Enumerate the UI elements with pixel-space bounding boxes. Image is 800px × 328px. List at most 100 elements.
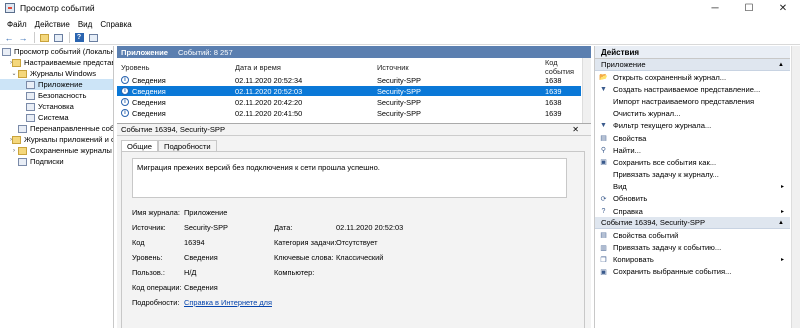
folder-icon [18,146,27,155]
event-row[interactable]: i Сведения 02.11.2020 20:52:34 Security-SPP… [117,75,581,85]
subscription-icon [18,157,27,166]
tree-node[interactable]: Система [0,112,113,123]
event-level-text: Сведения [132,75,166,85]
action-label: Свойства [613,133,647,143]
actions-section-title: Приложение [601,60,646,69]
tree-node[interactable]: Подписки [0,156,113,167]
event-code: 1638 [545,97,562,107]
close-icon[interactable]: ✕ [766,0,800,17]
event-list-header: Уровень Дата и время Источник Код событи… [117,58,581,76]
tree-node-label: Журналы приложений и служ [24,135,113,144]
tree-node-label: Настраиваемые представле [24,58,114,67]
event-datetime: 02.11.2020 20:42:20 [235,97,303,107]
online-help-link[interactable]: Справка в Интернете для [184,298,272,307]
column-datetime[interactable]: Дата и время [235,63,281,72]
action-item[interactable]: ▣ Сохранить выбранные события... [595,266,790,278]
window-title: Просмотр событий [20,3,95,13]
action-item[interactable]: ▣ Сохранить все события как... [595,156,790,168]
tree-node-label: Перенаправленные собо [30,124,114,133]
action-item[interactable]: ▤ Свойства событий [595,229,790,241]
action-item[interactable]: ▼ Создать настраиваемое представление... [595,83,790,95]
action-item[interactable]: Привязать задачу к журналу... [595,169,790,181]
action-item[interactable]: Импорт настраиваемого представления [595,95,790,107]
action-item[interactable]: Очистить журнал... [595,108,790,120]
tab-details[interactable]: Подробности [157,140,217,151]
show-action-pane-icon[interactable] [87,32,99,43]
menu-action[interactable]: Действие [35,20,70,29]
tree-node-label: Безопасность [38,91,87,100]
title-bar: Просмотр событий ─ ☐ ✕ [0,0,800,17]
action-item[interactable]: Вид ▸ [595,181,790,193]
tree-node[interactable]: Просмотр событий (Локальны [0,46,113,57]
help-icon[interactable]: ? [73,32,85,43]
event-source: Security-SPP [377,75,421,85]
event-list-scrollbar[interactable] [582,58,591,123]
tree-node[interactable]: Перенаправленные собо [0,123,113,134]
up-folder-icon[interactable] [38,32,50,43]
menu-help[interactable]: Справка [100,20,131,29]
event-row[interactable]: i Сведения 02.11.2020 20:52:03 Security-SPP… [117,86,581,96]
task-icon: ▥ [600,244,607,252]
event-datetime: 02.11.2020 20:41:50 [235,108,303,118]
tree-node-label: Установка [38,102,74,111]
action-item[interactable]: 📂 Открыть сохраненный журнал... [595,71,790,83]
collapse-icon[interactable]: ▲ [778,220,784,226]
event-row[interactable]: i Сведения 02.11.2020 20:41:50 Security-SPP… [117,108,581,118]
level-value: Сведения [184,253,218,262]
action-item[interactable]: ▼ Фильтр текущего журнала... [595,120,790,132]
close-detail-icon[interactable]: ✕ [572,125,579,134]
menu-file[interactable]: Файл [7,20,27,29]
opcode-label: Код операции: [132,283,182,292]
action-item[interactable]: ⟳ Обновить [595,193,790,205]
action-item[interactable]: ▤ Свойства [595,132,790,144]
column-event-code[interactable]: Код события [545,58,581,76]
action-label: Импорт настраиваемого представления [613,96,755,106]
action-item[interactable]: ? Справка ▸ [595,205,790,217]
tree-node[interactable]: ›Журналы приложений и служ [0,134,113,145]
tree-node[interactable]: › Сохраненные журналы [0,145,113,156]
actions-scrollbar[interactable] [791,46,800,328]
tree-node[interactable]: ⌄ Журналы Windows [0,68,113,79]
action-label: Привязать задачу к событию... [613,243,722,253]
action-item[interactable]: ⚲ Найти... [595,144,790,156]
submenu-arrow-icon: ▸ [780,184,784,191]
event-code: 1638 [545,75,562,85]
tree-node-label: Сохраненные журналы [30,146,112,155]
log-icon [18,124,27,133]
tree-node[interactable]: Приложение [0,79,113,90]
show-hide-tree-icon[interactable] [52,32,64,43]
refresh-icon: ⟳ [600,195,607,203]
column-source[interactable]: Источник [377,63,409,72]
log-icon [26,80,35,89]
event-list: Уровень Дата и время Источник Код событи… [117,58,591,124]
forward-icon[interactable]: → [17,32,29,43]
log-icon [26,113,35,122]
maximize-icon[interactable]: ☐ [732,0,766,17]
tree-node[interactable]: › Настраиваемые представле [0,57,113,68]
log-icon [26,91,35,100]
actions-section-header[interactable]: Приложение ▲ [595,59,790,71]
actions-section-header[interactable]: Событие 16394, Security-SPP ▲ [595,217,790,230]
actions-pane: Действия Приложение ▲ 📂 Открыть сохраненный… [594,46,800,328]
event-message[interactable]: Миграция прежних версий без подключения … [132,158,567,198]
event-row[interactable]: i Сведения 02.11.2020 20:42:20 Security-SPP… [117,97,581,107]
tree-node[interactable]: Установка [0,101,113,112]
chevron-icon[interactable]: ⌄ [10,70,18,77]
column-level[interactable]: Уровень [121,63,149,72]
tree-node[interactable]: Безопасность [0,90,113,101]
toolbar-separator [34,32,35,43]
action-item[interactable]: ❐ Копировать ▸ [595,254,790,266]
level-label: Уровень: [132,253,163,262]
action-item[interactable]: ▥ Привязать задачу к событию... [595,241,790,253]
tab-general[interactable]: Общие [121,140,158,151]
minimize-icon[interactable]: ─ [698,0,732,17]
log-name-label: Имя журнала: [132,208,180,217]
open-folder-icon: 📂 [599,74,608,82]
menu-view[interactable]: Вид [78,20,92,29]
action-label: Открыть сохраненный журнал... [613,72,727,82]
back-icon[interactable]: ← [3,32,15,43]
properties-icon: ▤ [600,135,607,143]
log-header: Приложение Событий: 8 257 [117,46,591,58]
collapse-icon[interactable]: ▲ [778,62,784,68]
chevron-icon[interactable]: › [10,148,18,154]
